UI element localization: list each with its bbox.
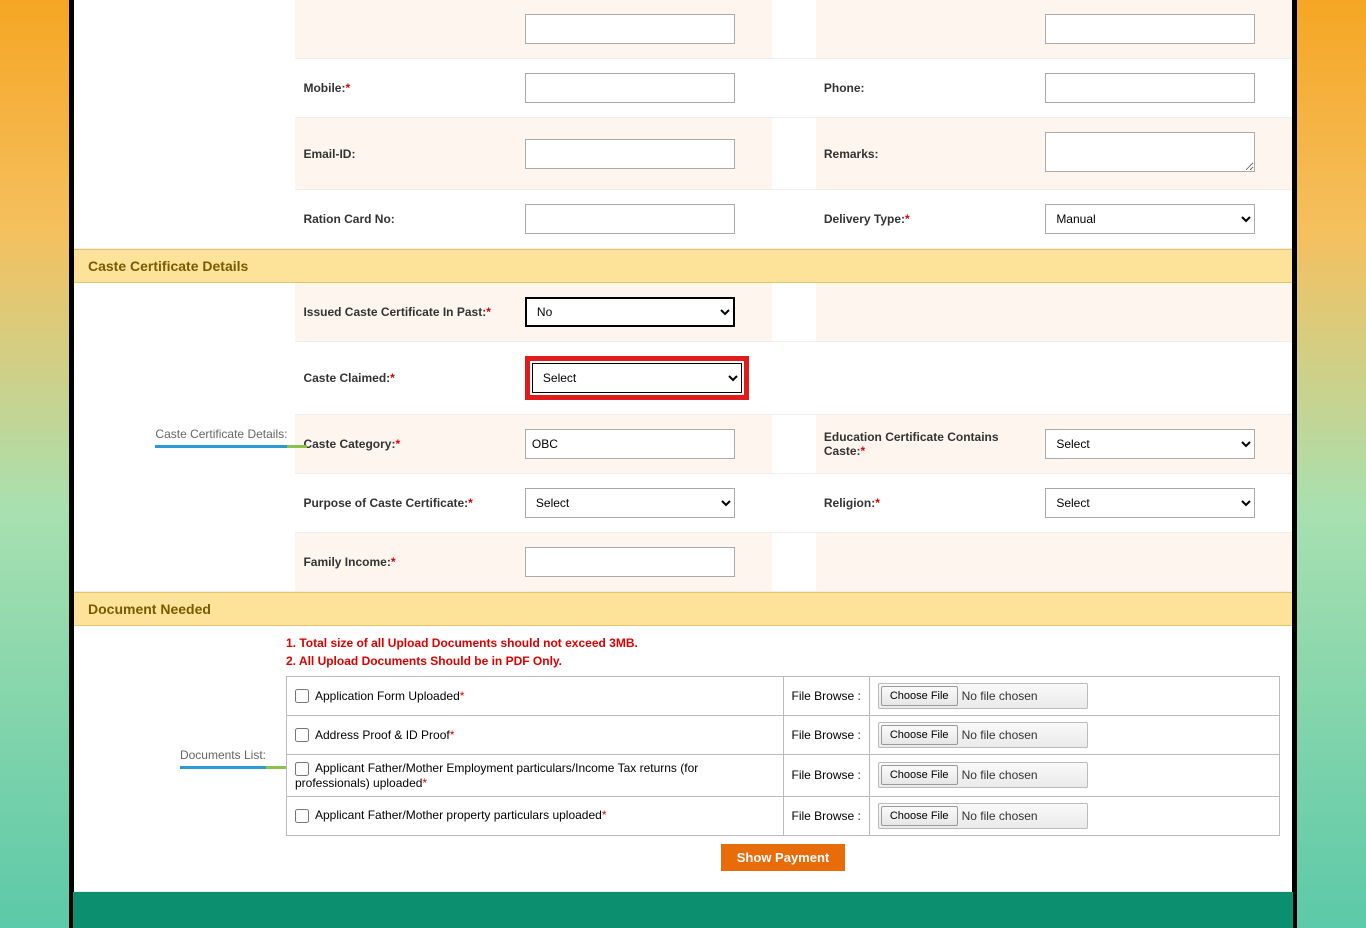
file-browse-label-0: File Browse : (783, 677, 869, 716)
email-input[interactable] (525, 139, 735, 169)
section-header-documents: Document Needed (74, 592, 1292, 626)
form-page: Mobile:* Phone: Email-ID: Remarks: Ratio… (73, 0, 1293, 892)
doc-checkbox-3[interactable] (295, 809, 309, 823)
file-browse-label-2: File Browse : (783, 755, 869, 797)
choose-file-button-1[interactable]: Choose File (881, 725, 958, 745)
remarks-textarea[interactable] (1045, 132, 1255, 172)
documents-side-label: Documents List: (180, 748, 266, 769)
edu-cert-label: Education Certificate Contains Caste: (824, 430, 999, 458)
doc-checkbox-2[interactable] (295, 762, 309, 776)
mobile-input[interactable] (525, 73, 735, 103)
caste-claimed-label: Caste Claimed: (303, 371, 390, 385)
ration-label: Ration Card No: (303, 212, 394, 226)
remarks-label: Remarks: (824, 147, 879, 161)
doc-note-2: 2. All Upload Documents Should be in PDF… (286, 652, 1280, 670)
doc-label-1: Address Proof & ID Proof (315, 728, 450, 742)
file-browse-label-1: File Browse : (783, 716, 869, 755)
family-income-label: Family Income: (303, 555, 390, 569)
personal-details-table: Mobile:* Phone: Email-ID: Remarks: Ratio… (74, 0, 1292, 249)
caste-category-input[interactable] (525, 429, 735, 459)
issued-label: Issued Caste Certificate In Past: (303, 305, 486, 319)
edu-cert-select[interactable]: Select (1045, 429, 1255, 459)
doc-checkbox-0[interactable] (295, 689, 309, 703)
phone-input[interactable] (1045, 73, 1255, 103)
family-income-input[interactable] (525, 547, 735, 577)
caste-details-table: Caste Certificate Details: Issued Caste … (74, 283, 1292, 592)
file-status-1: No file chosen (962, 728, 1038, 742)
show-payment-button[interactable]: Show Payment (721, 844, 845, 871)
ration-input[interactable] (525, 204, 735, 234)
phone-label: Phone: (824, 81, 865, 95)
section-header-caste: Caste Certificate Details (74, 249, 1292, 283)
documents-table: Documents List: 1. Total size of all Upl… (74, 626, 1292, 892)
issued-past-select[interactable]: No (525, 297, 735, 327)
doc-note-1: 1. Total size of all Upload Documents sh… (286, 634, 1280, 652)
doc-label-0: Application Form Uploaded (315, 689, 460, 703)
choose-file-button-0[interactable]: Choose File (881, 686, 958, 706)
religion-select[interactable]: Select (1045, 488, 1255, 518)
file-browse-label-3: File Browse : (783, 796, 869, 835)
file-status-2: No file chosen (962, 768, 1038, 782)
religion-label: Religion: (824, 496, 875, 510)
mobile-label: Mobile: (303, 81, 345, 95)
personal-side-spacer (74, 0, 295, 249)
email-label: Email-ID: (303, 147, 355, 161)
delivery-type-select[interactable]: Manual (1045, 204, 1255, 234)
documents-side-label-cell: Documents List: (74, 626, 274, 891)
caste-claimed-highlight: Select (525, 356, 749, 400)
footer-bar (73, 892, 1293, 928)
doc-label-3: Applicant Father/Mother property particu… (315, 808, 602, 822)
unknown-input-top-right[interactable] (1045, 14, 1255, 44)
doc-label-2: Applicant Father/Mother Employment parti… (295, 761, 698, 790)
file-status-0: No file chosen (962, 689, 1038, 703)
doc-upload-table: Application Form Uploaded*File Browse :C… (286, 676, 1280, 836)
caste-claimed-select[interactable]: Select (532, 363, 742, 393)
delivery-label: Delivery Type: (824, 212, 905, 226)
choose-file-button-3[interactable]: Choose File (881, 806, 958, 826)
purpose-select[interactable]: Select (525, 488, 735, 518)
file-status-3: No file chosen (962, 809, 1038, 823)
caste-side-label: Caste Certificate Details: (155, 427, 287, 448)
purpose-label: Purpose of Caste Certificate: (303, 496, 468, 510)
doc-checkbox-1[interactable] (295, 728, 309, 742)
unknown-input-top-left[interactable] (525, 14, 735, 44)
caste-category-label: Caste Category: (303, 437, 395, 451)
caste-side-label-cell: Caste Certificate Details: (74, 283, 295, 592)
choose-file-button-2[interactable]: Choose File (881, 765, 958, 785)
